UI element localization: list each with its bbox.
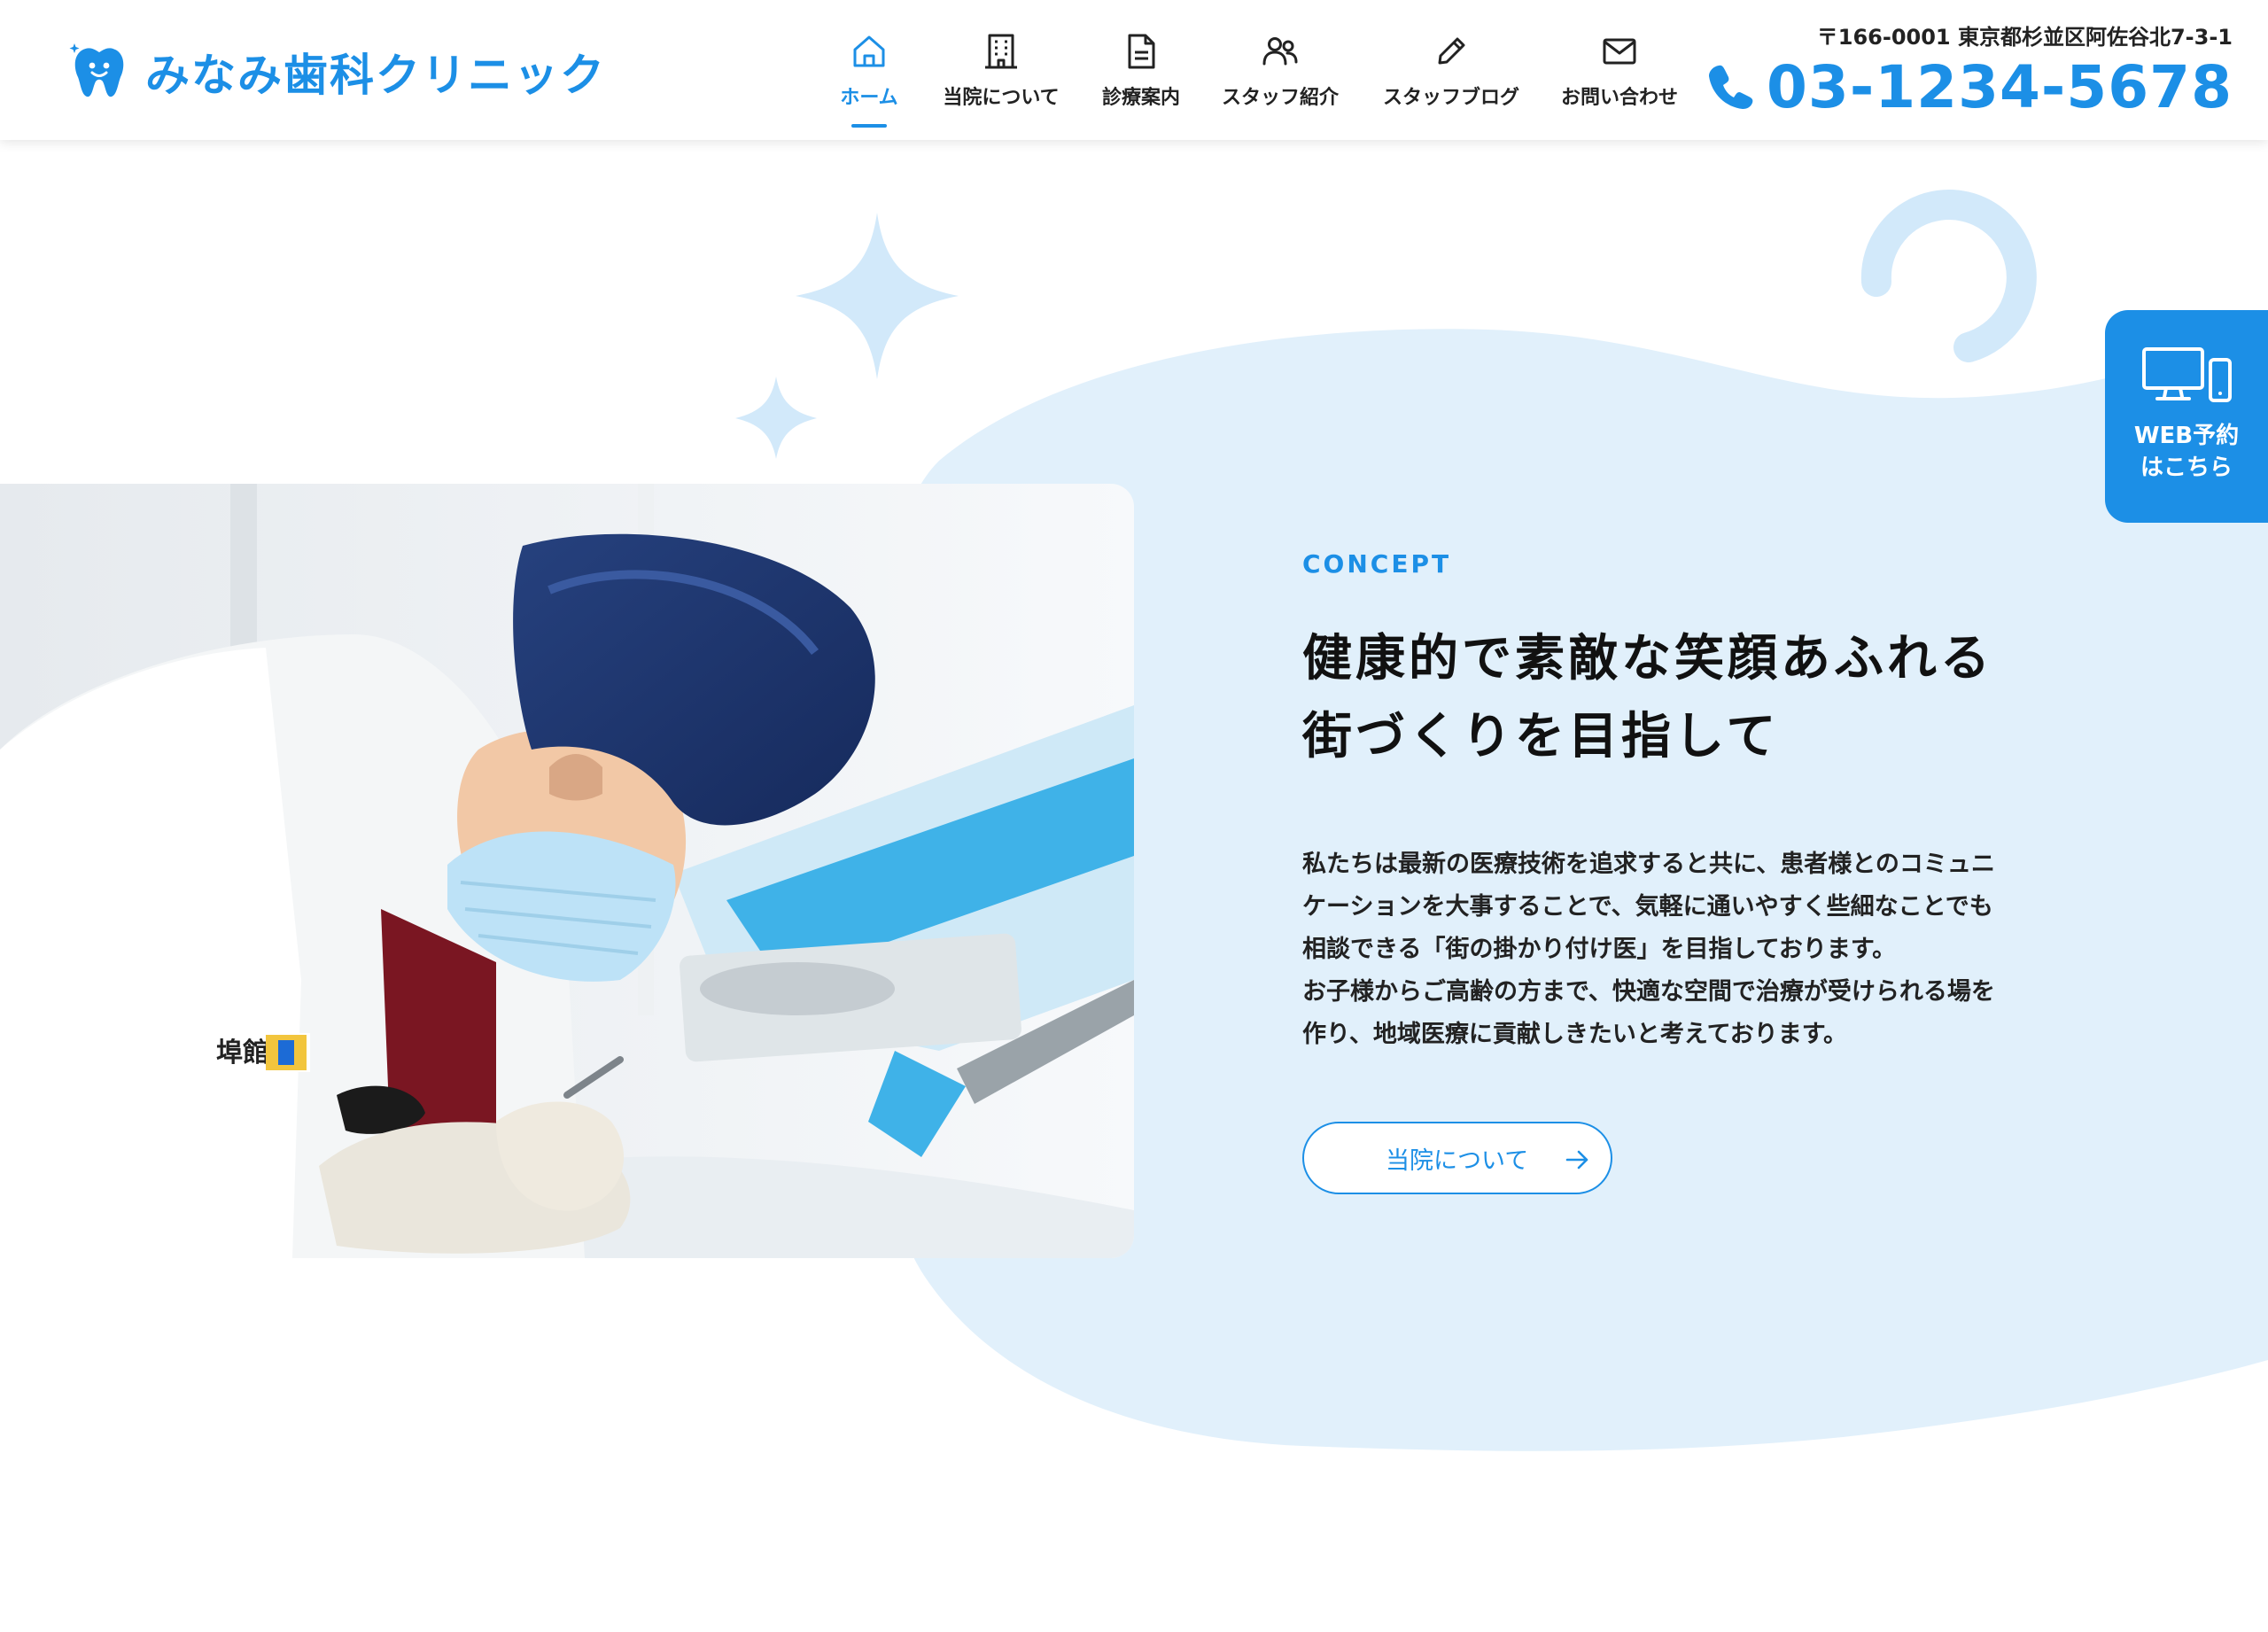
ring-decoration xyxy=(1860,190,2037,362)
concept-title-line-1: 健康的で素敵な笑顔あふれる xyxy=(1302,630,1993,688)
concept-title: 健康的で素敵な笑顔あふれる 街づくりを目指して xyxy=(1302,620,2171,776)
building-icon xyxy=(985,34,1017,69)
nav-label-staff: スタッフ紹介 xyxy=(1221,87,1339,109)
concept-body: 私たちは最新の医療技術を追求すると共に、患者様とのコミュニ ケーションを大事する… xyxy=(1302,843,2064,1056)
devices-icon xyxy=(2142,347,2232,402)
people-icon xyxy=(1262,37,1298,66)
concept-title-line-2: 街づくりを目指して xyxy=(1302,708,1780,765)
nav-item-contact[interactable]: お問い合わせ xyxy=(1561,27,1678,131)
clinic-name: みなみ歯科クリニック xyxy=(145,50,606,101)
mail-icon xyxy=(1603,38,1636,65)
phone-number: 03-1234-5678 xyxy=(1766,52,2233,121)
sparkle-large-icon xyxy=(796,213,959,379)
arrow-right-icon xyxy=(1565,1150,1588,1170)
web-reservation-tab[interactable]: WEB予約 はこちら xyxy=(2105,310,2268,523)
phone-icon xyxy=(1708,65,1753,109)
nav-item-home[interactable]: ホーム xyxy=(838,27,900,131)
tooth-icon xyxy=(69,43,124,97)
clinic-address: 〒166-0001 東京都杉並区阿佐谷北7-3-1 xyxy=(1816,25,2233,50)
concept-body-line-5: 作り、地域医療に貢献しきたいと考えております。 xyxy=(1302,1021,1848,1048)
web-reservation-line-1: WEB予約 xyxy=(2133,423,2240,449)
about-clinic-button[interactable]: 当院について xyxy=(1302,1122,1612,1194)
nav-item-staff[interactable]: スタッフ紹介 xyxy=(1221,27,1340,131)
nav-label-contact: お問い合わせ xyxy=(1561,87,1679,109)
nav-item-blog[interactable]: スタッフブログ xyxy=(1380,27,1522,131)
site-logo[interactable]: みなみ歯科クリニック xyxy=(69,41,606,103)
web-reservation-label: WEB予約 はこちら xyxy=(2105,420,2268,484)
concept-label: CONCEPT xyxy=(1302,549,1452,579)
nav-active-indicator xyxy=(851,124,887,128)
coat-badge-text: 埠館 xyxy=(216,1037,269,1069)
nav-label-home: ホーム xyxy=(840,87,898,109)
nav-label-blog: スタッフブログ xyxy=(1382,87,1519,109)
about-button-label: 当院について xyxy=(1386,1146,1529,1175)
nav-item-about[interactable]: 当院について xyxy=(939,27,1063,131)
document-icon xyxy=(1128,34,1155,69)
web-reservation-line-2: はこちら xyxy=(2140,455,2233,481)
concept-body-line-4: お子様からご高齢の方まで、快適な空間で治療が受けられる場を xyxy=(1302,978,1995,1006)
phone-link[interactable]: 03-1234-5678 xyxy=(1706,51,2233,122)
concept-body-line-3: 相談できる「街の掛かり付け医」を目指しております。 xyxy=(1302,936,1897,963)
nav-label-about: 当院について xyxy=(943,87,1060,109)
nav-label-services: 診療案内 xyxy=(1101,87,1180,109)
sparkle-small-icon xyxy=(735,377,817,459)
concept-body-line-1: 私たちは最新の医療技術を追求すると共に、患者様とのコミュニ xyxy=(1302,851,1995,878)
pencil-icon xyxy=(1438,37,1465,65)
concept-body-line-2: ケーションを大事することで、気軽に通いやすく些細なことでも xyxy=(1302,893,1993,921)
nav-item-services[interactable]: 診療案内 xyxy=(1099,27,1184,131)
site-header: みなみ歯科クリニック ホーム 当院について 診療案内 スタッフ紹介 スタッフブロ… xyxy=(0,0,2268,140)
dentist-at-work-photo: 埠館 xyxy=(0,484,1134,1258)
home-icon xyxy=(853,35,885,67)
